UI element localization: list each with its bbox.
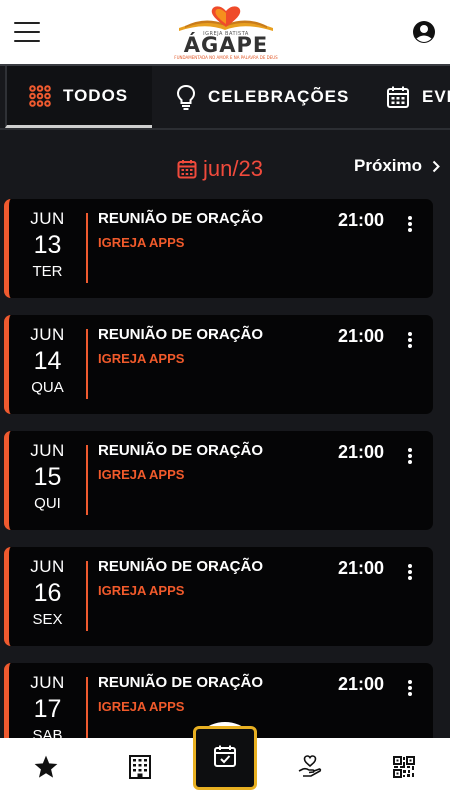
lightbulb-icon <box>176 84 196 110</box>
category-tabs: TODOS CELEBRAÇÕES EVE <box>0 64 450 130</box>
more-options-icon[interactable] <box>408 332 412 348</box>
heart-hand-icon <box>297 754 323 785</box>
month-navigator: jun/23 Próximo <box>0 150 450 186</box>
event-day: 16 <box>33 579 62 607</box>
more-options-icon[interactable] <box>408 680 412 696</box>
logo-tagline: FUNDAMENTADA NO AMOR E NA PALAVRA DE DEU… <box>174 55 278 60</box>
current-month[interactable]: jun/23 <box>177 156 263 182</box>
event-date: JUN 14 QUA <box>9 325 86 396</box>
next-month-label: Próximo <box>354 156 423 175</box>
grid-dots-icon <box>29 84 51 107</box>
nav-church[interactable] <box>109 738 171 800</box>
current-month-label: jun/23 <box>203 156 263 181</box>
event-time: 21:00 <box>338 210 385 230</box>
next-month-button[interactable]: Próximo <box>354 156 440 176</box>
event-title: REUNIÃO DE ORAÇÃO <box>98 210 264 227</box>
event-weekday: SEX <box>32 611 63 628</box>
event-time: 21:00 <box>338 558 385 578</box>
event-date: JUN 17 SAB <box>9 673 86 744</box>
event-weekday: QUA <box>31 379 64 396</box>
event-time: 21:00 <box>338 674 385 694</box>
event-weekday: QUI <box>34 495 61 512</box>
more-options-icon[interactable] <box>408 564 412 580</box>
qr-code-icon <box>393 755 415 783</box>
more-options-icon[interactable] <box>408 216 412 232</box>
building-icon <box>128 754 152 785</box>
event-day: 17 <box>33 695 62 723</box>
event-organizer: IGREJA APPS <box>98 235 185 250</box>
event-card[interactable]: JUN 15 QUI REUNIÃO DE ORAÇÃO IGREJA APPS… <box>4 431 433 530</box>
top-app-bar: IGREJA BATISTA ÁGAPE FUNDAMENTADA NO AMO… <box>0 0 450 64</box>
star-icon <box>33 754 59 785</box>
nav-favorites[interactable] <box>15 738 77 800</box>
calendar-icon <box>177 159 197 179</box>
event-month: JUN <box>30 441 65 460</box>
event-time: 21:00 <box>338 326 385 346</box>
event-card[interactable]: JUN 13 TER REUNIÃO DE ORAÇÃO IGREJA APPS… <box>4 199 433 298</box>
tab-todos[interactable]: TODOS <box>5 66 152 128</box>
event-title: REUNIÃO DE ORAÇÃO <box>98 558 264 575</box>
event-month: JUN <box>30 557 65 576</box>
user-account-icon[interactable] <box>412 20 436 44</box>
event-weekday: TER <box>32 263 63 280</box>
event-day: 13 <box>33 231 62 259</box>
tab-eventos-label: EVE <box>422 87 450 106</box>
event-divider <box>86 445 88 515</box>
logo-emblem <box>179 6 273 31</box>
nav-donations[interactable] <box>279 738 341 800</box>
event-divider <box>86 213 88 283</box>
event-organizer: IGREJA APPS <box>98 467 185 482</box>
nav-qr-code[interactable] <box>373 738 435 800</box>
event-time: 21:00 <box>338 442 385 462</box>
event-organizer: IGREJA APPS <box>98 351 185 366</box>
more-options-icon[interactable] <box>408 448 412 464</box>
chevron-right-icon <box>432 160 440 173</box>
event-divider <box>86 329 88 399</box>
tab-celebracoes-label: CELEBRAÇÕES <box>208 87 350 106</box>
event-month: JUN <box>30 673 65 692</box>
tab-eventos[interactable]: EVE <box>386 66 450 128</box>
event-month: JUN <box>30 209 65 228</box>
calendar-check-icon <box>213 744 237 773</box>
church-logo: IGREJA BATISTA ÁGAPE FUNDAMENTADA NO AMO… <box>165 4 287 60</box>
event-day: 15 <box>33 463 62 491</box>
logo-name: ÁGAPE <box>183 33 269 57</box>
nav-agenda[interactable] <box>193 726 257 790</box>
event-divider <box>86 561 88 631</box>
event-date: JUN 15 QUI <box>9 441 86 512</box>
tab-celebracoes[interactable]: CELEBRAÇÕES <box>176 66 349 128</box>
event-month: JUN <box>30 325 65 344</box>
event-divider <box>86 677 88 747</box>
event-card[interactable]: JUN 14 QUA REUNIÃO DE ORAÇÃO IGREJA APPS… <box>4 315 433 414</box>
event-card[interactable]: JUN 16 SEX REUNIÃO DE ORAÇÃO IGREJA APPS… <box>4 547 433 646</box>
event-date: JUN 16 SEX <box>9 557 86 628</box>
menu-icon[interactable] <box>14 22 40 42</box>
calendar-icon <box>386 85 410 109</box>
event-title: REUNIÃO DE ORAÇÃO <box>98 326 264 343</box>
event-title: REUNIÃO DE ORAÇÃO <box>98 674 264 691</box>
event-organizer: IGREJA APPS <box>98 699 185 714</box>
tab-todos-label: TODOS <box>63 85 129 105</box>
event-organizer: IGREJA APPS <box>98 583 185 598</box>
event-date: JUN 13 TER <box>9 209 86 280</box>
event-day: 14 <box>33 347 62 375</box>
event-title: REUNIÃO DE ORAÇÃO <box>98 442 264 459</box>
